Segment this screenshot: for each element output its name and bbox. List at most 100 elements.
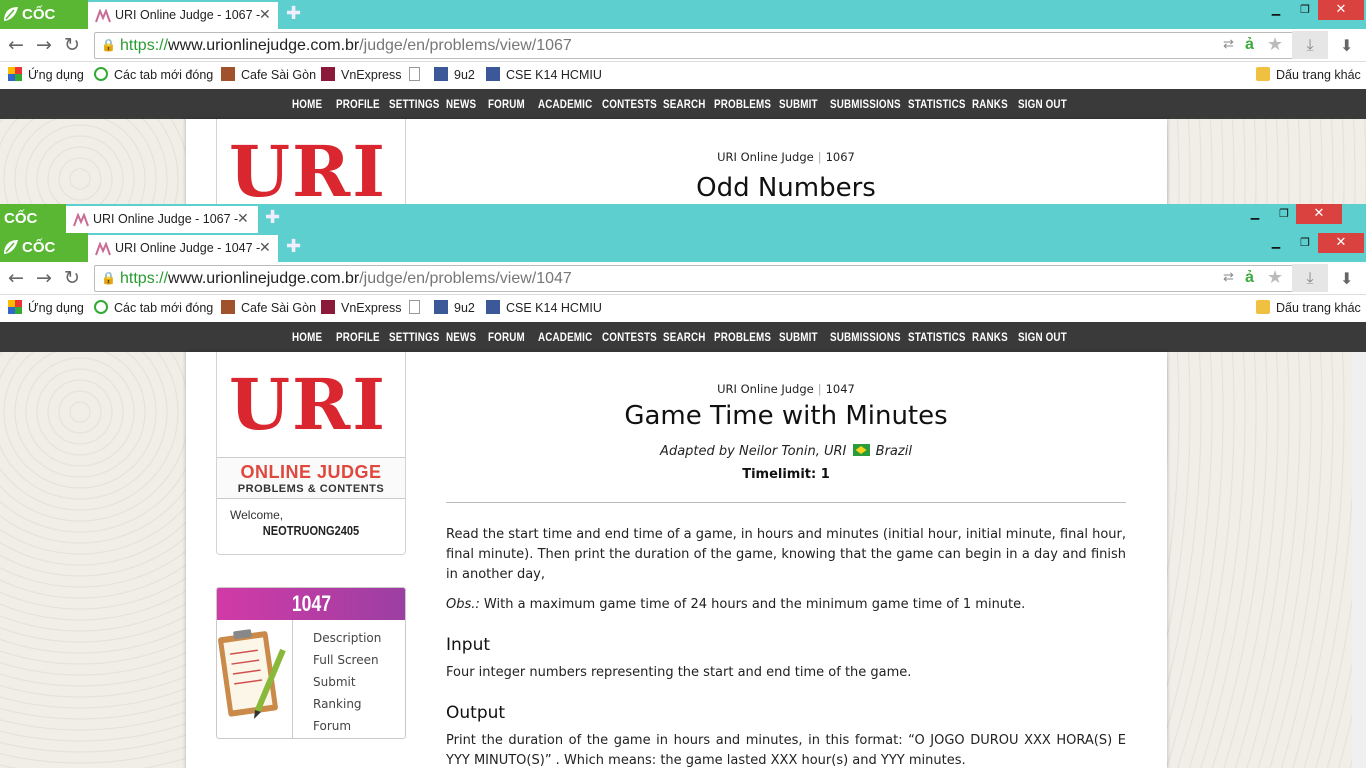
coccoc-logo[interactable]: CỐC CỐC	[0, 233, 88, 285]
menu-search[interactable]: SEARCH	[663, 330, 706, 344]
address-input[interactable]: 🔒 https://www.urionlinejudge.com.br/judg…	[94, 32, 1298, 59]
menu-ranks[interactable]: RANKS	[972, 97, 1008, 111]
coccoc-logo[interactable]: CỐC CỐC	[0, 0, 88, 52]
menu-forum[interactable]: FORUM	[488, 330, 525, 344]
menu-home[interactable]: HOME	[292, 330, 322, 344]
online-judge-label: ONLINE JUDGE	[240, 462, 382, 482]
menu-submit[interactable]: SUBMIT	[779, 330, 818, 344]
forward-icon[interactable]: →	[36, 267, 52, 289]
maximize-button[interactable]: ❐	[1290, 233, 1320, 253]
tab-close-icon[interactable]: ✕	[237, 210, 249, 227]
maximize-button[interactable]: ❐	[1290, 0, 1320, 20]
menu-search[interactable]: SEARCH	[663, 97, 706, 111]
download-icon[interactable]: ⬇	[1340, 269, 1353, 288]
reload-icon[interactable]: ↻	[64, 267, 80, 289]
scrollbar[interactable]	[1352, 352, 1366, 768]
bookmark-cafe[interactable]: Cafe Sài Gòn	[221, 67, 316, 82]
close-window-button[interactable]: ✕	[1296, 204, 1342, 224]
close-window-button[interactable]: ✕	[1318, 233, 1364, 253]
menu-home[interactable]: HOME	[292, 97, 322, 111]
menu-academic[interactable]: ACADEMIC	[538, 330, 592, 344]
forward-icon[interactable]: →	[36, 34, 52, 56]
minimize-button[interactable]: ▁	[1261, 233, 1291, 253]
bookmark-vnexpress[interactable]: VnExpress	[321, 67, 401, 82]
menu-forum[interactable]: FORUM	[488, 97, 525, 111]
uri-logo-panel[interactable]: URI	[216, 119, 406, 204]
bookmarks-bar: Ứng dụng Các tab mới đóng Cafe Sài Gòn V…	[0, 295, 1366, 322]
translate-icon[interactable]: ⇄	[1223, 36, 1234, 52]
bookmark-other[interactable]: Dấu trang khác	[1256, 67, 1361, 82]
menu-profile[interactable]: PROFILE	[336, 330, 380, 344]
coccoc-download-icon[interactable]: ⤓	[1292, 31, 1328, 59]
link-forum[interactable]: Forum	[313, 715, 381, 737]
menu-statistics[interactable]: STATISTICS	[908, 97, 966, 111]
menu-problems[interactable]: PROBLEMS	[714, 330, 771, 344]
back-icon[interactable]: ←	[8, 34, 24, 56]
bookmark-9u2[interactable]: 9u2	[434, 300, 475, 315]
tab-close-icon[interactable]: ✕	[259, 239, 271, 256]
page-title: Odd Numbers	[696, 173, 876, 203]
menu-sign-out[interactable]: SIGN OUT	[1018, 97, 1067, 111]
coccoc-download-icon[interactable]: ⤓	[1292, 264, 1328, 292]
tab-active[interactable]: URI Online Judge - 1067 - ✕	[66, 206, 258, 233]
menu-settings[interactable]: SETTINGS	[389, 330, 440, 344]
menu-submit[interactable]: SUBMIT	[779, 97, 818, 111]
menu-settings[interactable]: SETTINGS	[389, 97, 440, 111]
bookmark-closed-tabs[interactable]: Các tab mới đóng	[94, 67, 213, 82]
reload-icon[interactable]: ↻	[64, 34, 80, 56]
menu-submissions[interactable]: SUBMISSIONS	[830, 330, 901, 344]
bookmark-other[interactable]: Dấu trang khác	[1256, 300, 1361, 315]
back-icon[interactable]: ←	[8, 267, 24, 289]
new-tab-icon[interactable]: ✚	[265, 207, 280, 228]
typing-icon[interactable]: ả	[1245, 269, 1254, 287]
menu-submissions[interactable]: SUBMISSIONS	[830, 97, 901, 111]
uri-favicon-icon	[95, 9, 111, 23]
link-ranking[interactable]: Ranking	[313, 693, 381, 715]
output-text: Print the duration of the game in hours …	[446, 733, 1126, 768]
bookmark-blank[interactable]	[409, 67, 426, 82]
new-tab-icon[interactable]: ✚	[286, 236, 301, 257]
menu-contests[interactable]: CONTESTS	[602, 97, 657, 111]
menu-statistics[interactable]: STATISTICS	[908, 330, 966, 344]
address-input[interactable]: 🔒 https://www.urionlinejudge.com.br/judg…	[94, 265, 1298, 292]
link-full-screen[interactable]: Full Screen	[313, 649, 381, 671]
translate-icon[interactable]: ⇄	[1223, 269, 1234, 285]
breadcrumb-site[interactable]: URI Online Judge	[717, 382, 814, 396]
menu-academic[interactable]: ACADEMIC	[538, 97, 592, 111]
bookmark-blank[interactable]	[409, 300, 426, 315]
cafe-icon	[221, 67, 235, 81]
bookmark-cse[interactable]: CSE K14 HCMIU	[486, 67, 602, 82]
coccoc-logo[interactable]: CỐC CỐC	[0, 204, 66, 233]
bookmark-cafe[interactable]: Cafe Sài Gòn	[221, 300, 316, 315]
download-icon[interactable]: ⬇	[1340, 36, 1353, 55]
maximize-button[interactable]: ❐	[1269, 204, 1299, 224]
typing-icon[interactable]: ả	[1245, 36, 1254, 54]
menu-news[interactable]: NEWS	[446, 97, 476, 111]
menu-news[interactable]: NEWS	[446, 330, 476, 344]
menu-profile[interactable]: PROFILE	[336, 97, 380, 111]
bookmark-closed-tabs[interactable]: Các tab mới đóng	[94, 300, 213, 315]
star-icon[interactable]: ★	[1267, 34, 1283, 55]
new-tab-icon[interactable]: ✚	[286, 3, 301, 24]
username[interactable]: NEOTRUONG2405	[231, 523, 391, 538]
tab-active[interactable]: URI Online Judge - 1047 - ✕	[88, 235, 278, 262]
minimize-button[interactable]: ▁	[1261, 0, 1291, 20]
bookmark-apps[interactable]: Ứng dụng	[8, 300, 84, 315]
bookmark-apps[interactable]: Ứng dụng	[8, 67, 84, 82]
menu-contests[interactable]: CONTESTS	[602, 330, 657, 344]
star-icon[interactable]: ★	[1267, 267, 1283, 288]
bookmark-cse[interactable]: CSE K14 HCMIU	[486, 300, 602, 315]
breadcrumb-site[interactable]: URI Online Judge	[717, 150, 814, 164]
tab-close-icon[interactable]: ✕	[259, 6, 271, 23]
minimize-button[interactable]: ▁	[1240, 204, 1270, 224]
close-window-button[interactable]: ✕	[1318, 0, 1364, 20]
uri-logo[interactable]: URI	[229, 370, 387, 440]
menu-sign-out[interactable]: SIGN OUT	[1018, 330, 1067, 344]
tab-active[interactable]: URI Online Judge - 1067 - ✕	[88, 2, 278, 29]
bookmark-9u2[interactable]: 9u2	[434, 67, 475, 82]
bookmark-vnexpress[interactable]: VnExpress	[321, 300, 401, 315]
link-description[interactable]: Description	[313, 627, 381, 649]
link-submit[interactable]: Submit	[313, 671, 381, 693]
menu-problems[interactable]: PROBLEMS	[714, 97, 771, 111]
menu-ranks[interactable]: RANKS	[972, 330, 1008, 344]
